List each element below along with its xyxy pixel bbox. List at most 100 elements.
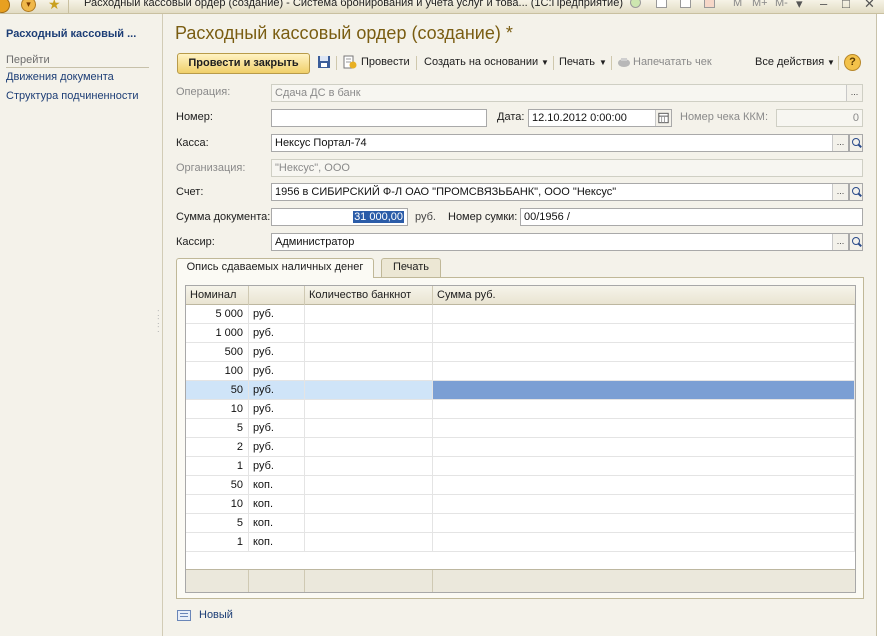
nominal-cell[interactable]: 50 xyxy=(186,476,249,494)
banknote-count-cell[interactable] xyxy=(305,495,433,513)
unit-cell[interactable]: руб. xyxy=(249,400,305,418)
banknote-count-cell[interactable] xyxy=(305,305,433,323)
save-icon[interactable] xyxy=(317,55,331,69)
chevron-down-icon[interactable]: ▼ xyxy=(827,58,835,67)
nav-link-document-movements[interactable]: Движения документа xyxy=(6,71,114,83)
nominal-cell[interactable]: 5 xyxy=(186,419,249,437)
memory-m-button[interactable]: M xyxy=(733,0,742,9)
table-row[interactable]: 100 руб. xyxy=(186,362,855,381)
panel-resize-grip[interactable]: ⁚ ⁚ ⁚ xyxy=(157,310,161,334)
main-menu-icon[interactable]: ▾ xyxy=(21,0,36,12)
unit-cell[interactable]: коп. xyxy=(249,533,305,551)
unit-cell[interactable]: руб. xyxy=(249,381,305,399)
document-icon[interactable] xyxy=(656,0,667,8)
help-icon[interactable]: ? xyxy=(844,54,861,71)
unit-cell[interactable]: руб. xyxy=(249,438,305,456)
number-field[interactable] xyxy=(271,109,487,127)
memory-plus-button[interactable]: M+ xyxy=(752,0,768,9)
table-row[interactable]: 10 руб. xyxy=(186,400,855,419)
table-row[interactable]: 1 коп. xyxy=(186,533,855,552)
banknote-count-cell[interactable] xyxy=(305,476,433,494)
column-header-sum[interactable]: Сумма руб. xyxy=(433,286,855,305)
sum-cell[interactable] xyxy=(433,476,855,494)
sum-cell[interactable] xyxy=(433,305,855,323)
calendar-icon[interactable] xyxy=(655,110,671,126)
chevron-down-icon[interactable]: ▼ xyxy=(599,58,607,67)
banknote-count-cell[interactable] xyxy=(305,438,433,456)
date-field[interactable]: 12.10.2012 0:00:00 xyxy=(528,109,672,127)
sum-cell[interactable] xyxy=(433,533,855,551)
tab-print[interactable]: Печать xyxy=(381,258,441,277)
nominal-cell[interactable]: 5 xyxy=(186,514,249,532)
create-based-on-button[interactable]: Создать на основании xyxy=(424,56,538,68)
unit-cell[interactable]: коп. xyxy=(249,476,305,494)
sum-cell[interactable] xyxy=(433,400,855,418)
kassa-open-icon[interactable] xyxy=(849,134,863,152)
banknote-count-cell[interactable] xyxy=(305,381,433,399)
calculator-icon[interactable] xyxy=(680,0,691,8)
sum-cell[interactable] xyxy=(433,324,855,342)
sum-cell[interactable] xyxy=(433,343,855,361)
favorites-star-icon[interactable]: ★ xyxy=(48,0,61,13)
new-status-link[interactable]: Новый xyxy=(199,609,233,621)
post-and-close-button[interactable]: Провести и закрыть xyxy=(177,53,310,74)
nominal-cell[interactable]: 2 xyxy=(186,438,249,456)
banknote-count-cell[interactable] xyxy=(305,343,433,361)
cashier-field[interactable]: Администратор ... xyxy=(271,233,849,251)
banknote-count-cell[interactable] xyxy=(305,419,433,437)
unit-cell[interactable]: руб. xyxy=(249,324,305,342)
unit-cell[interactable]: руб. xyxy=(249,457,305,475)
banknote-count-cell[interactable] xyxy=(305,400,433,418)
print-receipt-button[interactable]: Напечатать чек xyxy=(633,56,712,68)
banknote-count-cell[interactable] xyxy=(305,362,433,380)
kassa-field[interactable]: Нексус Портал-74 ... xyxy=(271,134,849,152)
sum-cell[interactable] xyxy=(433,419,855,437)
maximize-icon[interactable]: □ xyxy=(842,0,850,11)
all-actions-button[interactable]: Все действия xyxy=(755,56,824,68)
kassa-select-button[interactable]: ... xyxy=(832,135,848,151)
nominal-cell[interactable]: 500 xyxy=(186,343,249,361)
table-row[interactable]: 2 руб. xyxy=(186,438,855,457)
banknote-count-cell[interactable] xyxy=(305,533,433,551)
unit-cell[interactable]: коп. xyxy=(249,495,305,513)
table-row[interactable]: 1 000 руб. xyxy=(186,324,855,343)
table-row[interactable]: 50 коп. xyxy=(186,476,855,495)
unit-cell[interactable]: руб. xyxy=(249,419,305,437)
nominal-cell[interactable]: 1 xyxy=(186,533,249,551)
unit-cell[interactable]: руб. xyxy=(249,362,305,380)
chevron-down-icon[interactable]: ▾ xyxy=(796,0,803,12)
unit-cell[interactable]: руб. xyxy=(249,305,305,323)
cashier-select-button[interactable]: ... xyxy=(832,234,848,250)
account-open-icon[interactable] xyxy=(849,183,863,201)
banknote-count-cell[interactable] xyxy=(305,514,433,532)
nominal-cell[interactable]: 10 xyxy=(186,495,249,513)
sum-cell[interactable] xyxy=(433,381,855,399)
table-row[interactable]: 500 руб. xyxy=(186,343,855,362)
app-logo-icon[interactable] xyxy=(0,0,10,13)
table-row[interactable]: 5 коп. xyxy=(186,514,855,533)
table-row[interactable]: 10 коп. xyxy=(186,495,855,514)
account-select-button[interactable]: ... xyxy=(832,184,848,200)
close-icon[interactable]: ✕ xyxy=(864,0,875,12)
document-sum-field[interactable]: 31 000,00 xyxy=(271,208,408,226)
sum-cell[interactable] xyxy=(433,514,855,532)
nominal-cell[interactable]: 1 000 xyxy=(186,324,249,342)
sum-cell[interactable] xyxy=(433,495,855,513)
calendar-icon[interactable] xyxy=(704,0,715,8)
banknote-count-cell[interactable] xyxy=(305,457,433,475)
minimize-icon[interactable]: – xyxy=(820,0,827,11)
column-header-nominal[interactable]: Номинал xyxy=(186,286,249,305)
nominal-cell[interactable]: 50 xyxy=(186,381,249,399)
column-header-unit[interactable] xyxy=(249,286,305,305)
table-row[interactable]: 50 руб. xyxy=(186,381,855,400)
nav-link-subordination-structure[interactable]: Структура подчиненности xyxy=(6,90,139,102)
nominal-cell[interactable]: 1 xyxy=(186,457,249,475)
banknote-count-cell[interactable] xyxy=(305,324,433,342)
unit-cell[interactable]: коп. xyxy=(249,514,305,532)
table-row[interactable]: 5 000 руб. xyxy=(186,305,855,324)
sum-cell[interactable] xyxy=(433,438,855,456)
chevron-down-icon[interactable]: ▼ xyxy=(541,58,549,67)
post-button[interactable]: Провести xyxy=(361,56,410,68)
print-button[interactable]: Печать xyxy=(559,56,595,68)
table-row[interactable]: 5 руб. xyxy=(186,419,855,438)
